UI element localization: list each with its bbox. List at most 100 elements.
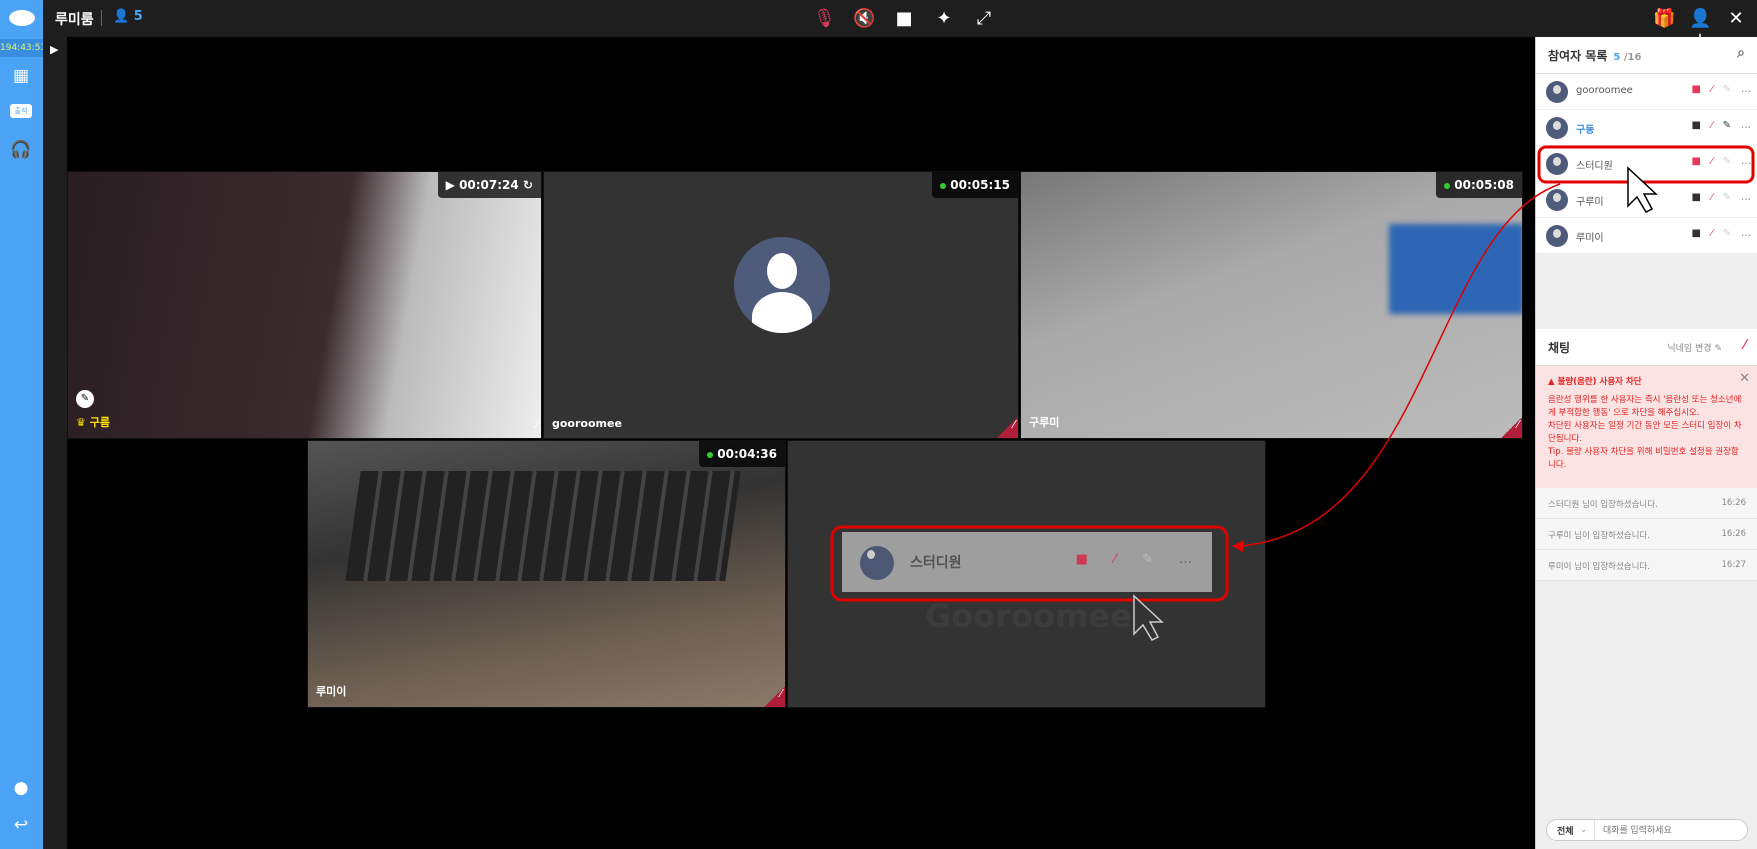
video-timer: 00:04:36 xyxy=(699,441,785,467)
exit-icon[interactable]: ↩ xyxy=(10,815,32,837)
camera-icon[interactable]: ■ xyxy=(1691,228,1700,239)
video-name: gooroomee xyxy=(552,417,622,430)
timer-value: 00:04:36 xyxy=(717,447,777,461)
search-icon[interactable]: ⌕ xyxy=(1737,45,1745,61)
more-icon[interactable]: … xyxy=(1741,156,1751,167)
mic-off-icon[interactable]: ⁄ xyxy=(1711,228,1713,239)
nickname-label: 닉네임 변경 xyxy=(1667,344,1712,354)
mic-off-icon[interactable]: ⁄ xyxy=(1711,192,1713,203)
warning-notice: ✕ ▲ 불량(음란) 사용자 차단 음란성 행위를 한 사용자는 즉시 '음란성… xyxy=(1536,366,1757,488)
mic-icon: ⁄ xyxy=(536,418,538,431)
video-name: 구루미 xyxy=(1029,416,1060,429)
mic-off-icon: ⁄ xyxy=(763,687,785,707)
top-bar: 루미룸 👤 5 🎙 🔇 ■ ✦ ⤢ 🎁 👤+ ✕ xyxy=(43,0,1757,50)
avatar xyxy=(734,237,830,333)
participant-count[interactable]: 👤 5 xyxy=(113,9,143,24)
warning-title: 불량(음란) 사용자 차단 xyxy=(1557,377,1642,387)
video-tile[interactable]: 00:04:36 루미이 ⁄ xyxy=(307,440,786,708)
calendar-icon[interactable]: ▦ xyxy=(10,66,32,88)
camera-icon[interactable]: ■ xyxy=(1691,192,1700,203)
message-time: 16:26 xyxy=(1721,529,1747,539)
expand-arrow-icon[interactable]: ▶ xyxy=(50,43,58,56)
media-toolbar: 🎙 🔇 ■ ✦ ⤢ xyxy=(813,8,995,29)
divider xyxy=(101,10,102,26)
more-icon[interactable]: … xyxy=(1741,192,1751,203)
video-content xyxy=(345,471,741,581)
video-name: 루미이 xyxy=(316,685,347,698)
mic-off-icon[interactable]: ⁄ xyxy=(1711,120,1713,131)
collapse-strip[interactable]: ▶ xyxy=(43,37,67,849)
message-text: 스터디원 님이 입장하셨습니다. xyxy=(1548,500,1658,510)
participant-name: 구루미 xyxy=(1576,197,1604,208)
participant-row[interactable]: 구동 ■ ⁄ ✎ … xyxy=(1536,110,1757,146)
right-panel: 참여자 목록 5 /16 ⌕ gooroomee ■ ⁄ ✎… 구동 ■ ⁄ ✎… 스터디원 … xyxy=(1535,37,1757,849)
more-icon: … xyxy=(1179,552,1192,567)
chevron-down-icon: ⌄ xyxy=(1579,825,1588,835)
participant-name: 루미이 xyxy=(1576,233,1604,244)
video-tile[interactable]: ▶ 00:07:24 ↻ ✎ ♛ 구름 ⁄ xyxy=(67,171,542,439)
participants-max: /16 xyxy=(1623,52,1642,63)
attendance-icon[interactable]: 출석 xyxy=(10,104,32,118)
participant-row[interactable]: 구루미 ■ ⁄ ✎ … xyxy=(1536,182,1757,218)
mic-off-icon[interactable]: 🎙 xyxy=(813,8,836,29)
room-name: 루미룸 xyxy=(55,12,94,28)
chat-bubble-icon[interactable]: ● xyxy=(10,778,32,800)
participant-row[interactable]: 스터디원 ■ ⁄ ✎ … xyxy=(1536,146,1757,182)
video-tile[interactable]: 00:05:08 구루미 ⁄ xyxy=(1020,171,1523,439)
chat-input[interactable] xyxy=(1595,825,1735,835)
session-timer: 194:43:51 xyxy=(0,39,46,57)
headset-icon[interactable]: 🎧 xyxy=(10,140,32,162)
mic-off-icon[interactable]: ⁄ xyxy=(1711,84,1713,95)
pencil-icon[interactable]: ✎ xyxy=(1723,120,1731,131)
speaker-mute-icon[interactable]: 🔇 xyxy=(853,8,875,29)
camera-icon[interactable]: ■ xyxy=(1691,120,1700,131)
close-icon[interactable]: ✕ xyxy=(1739,372,1750,385)
left-sidebar: 194:43:51 ▦ 출석 🎧 ● ↩ xyxy=(0,0,46,849)
fullscreen-icon[interactable]: ⤢ xyxy=(973,8,995,29)
participant-name: 스터디원 xyxy=(910,555,962,571)
nickname-change-button[interactable]: 닉네임 변경 ✎ xyxy=(1667,341,1722,354)
chat-section: 채팅 닉네임 변경 ✎ ⁄ ✕ ▲ 불량(음란) 사용자 차단 음란성 행위를 … xyxy=(1536,329,1757,581)
more-icon[interactable]: … xyxy=(1741,228,1751,239)
video-content xyxy=(1389,224,1522,314)
participants-title: 참여자 목록 xyxy=(1548,49,1608,63)
chat-messages: 스터디원 님이 입장하셨습니다. 16:26 구루미 님이 입장하셨습니다. 16:2… xyxy=(1536,488,1757,581)
camera-off-icon[interactable]: ■ xyxy=(1691,84,1700,95)
avatar xyxy=(1546,189,1568,211)
magic-wand-icon[interactable]: ✦ xyxy=(933,8,955,29)
camera-icon[interactable]: ■ xyxy=(893,8,915,29)
message-time: 16:27 xyxy=(1721,560,1747,570)
avatar xyxy=(860,546,894,580)
pencil-icon[interactable]: ✎ xyxy=(1723,156,1731,167)
mic-off-icon: ⁄ xyxy=(1113,552,1117,567)
chat-target-select[interactable]: 전체 ⌄ xyxy=(1547,820,1595,840)
more-icon[interactable]: … xyxy=(1741,84,1751,95)
participant-name: 스터디원 xyxy=(1576,161,1613,172)
count-value: 5 xyxy=(133,9,143,24)
more-icon[interactable]: … xyxy=(1741,120,1751,131)
participant-name: 구동 xyxy=(1576,125,1595,136)
chat-input-bar: 전체 ⌄ xyxy=(1546,819,1748,841)
pencil-icon[interactable]: ✎ xyxy=(1723,84,1731,95)
video-tile[interactable]: 00:05:15 gooroomee ⁄ xyxy=(543,171,1019,439)
pencil-icon: ✎ xyxy=(1142,552,1153,567)
timer-value: 00:05:08 xyxy=(1454,178,1514,192)
mic-off-icon: ⁄ xyxy=(1500,418,1522,438)
pencil-icon[interactable]: ✎ xyxy=(1723,228,1731,239)
chat-message: 구루미 님이 입장하셨습니다. 16:26 xyxy=(1536,519,1757,550)
name-value: 구름 xyxy=(89,416,110,429)
timer-value: 00:07:24 xyxy=(459,178,519,192)
mic-off-icon[interactable]: ⁄ xyxy=(1711,156,1713,167)
chat-header: 채팅 닉네임 변경 ✎ ⁄ xyxy=(1536,329,1757,366)
message-text: 루미이 님이 입장하셨습니다. xyxy=(1548,562,1650,572)
camera-off-icon[interactable]: ■ xyxy=(1691,156,1700,167)
pencil-icon[interactable]: ✎ xyxy=(76,390,94,408)
chat-mute-icon[interactable]: ⁄ xyxy=(1744,338,1746,353)
warning-line: 차단된 사용자는 일정 기간 동안 모든 스터디 입장이 차단됩니다. xyxy=(1548,421,1742,444)
video-timer: ▶ 00:07:24 ↻ xyxy=(437,172,541,198)
participant-row[interactable]: gooroomee ■ ⁄ ✎… xyxy=(1536,74,1757,110)
video-name: ♛ 구름 xyxy=(76,416,110,429)
video-timer: 00:05:15 xyxy=(932,172,1018,198)
pencil-icon[interactable]: ✎ xyxy=(1723,192,1731,203)
participant-row[interactable]: 루미이 ■ ⁄ ✎ … xyxy=(1536,218,1757,254)
